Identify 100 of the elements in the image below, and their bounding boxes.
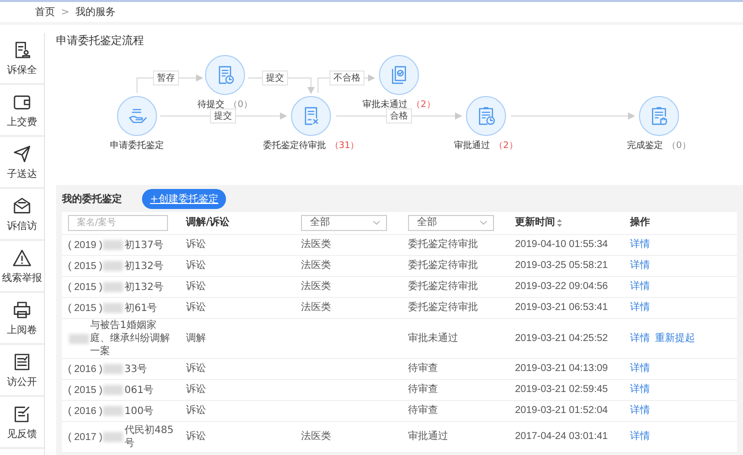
caret-icon: [373, 221, 380, 225]
table-cell: 法医类: [301, 281, 331, 292]
action-link[interactable]: 详情: [630, 302, 650, 313]
caret-icon: [480, 221, 487, 225]
case-number: 初132号: [124, 260, 164, 272]
blurred-text: [103, 432, 124, 442]
table-cell: 调解: [186, 332, 206, 344]
case-number: 初137号: [124, 238, 164, 252]
time-cell: 2019-03-21 02:59:45: [515, 384, 608, 395]
case-year: ( 2017 ): [68, 430, 102, 444]
step-count: （0）: [667, 140, 691, 152]
time-cell: 2019-03-25 05:58:21: [515, 260, 608, 271]
column-header: 调解/诉讼: [186, 217, 230, 228]
status-cell: 委托鉴定待审批: [408, 260, 478, 271]
blurred-text: [103, 406, 124, 416]
action-link[interactable]: 详情: [630, 363, 650, 374]
action-link[interactable]: 详情: [630, 281, 650, 292]
filter-dropdown[interactable]: 全部: [408, 215, 494, 231]
column-header: 操作: [630, 217, 650, 228]
table-cell: 法医类: [301, 260, 331, 271]
time-cell: 2019-03-21 01:52:04: [515, 405, 608, 416]
time-cell: 2019-04-10 01:55:34: [515, 239, 608, 250]
case-year: ( 2015 ): [68, 260, 102, 272]
table-cell: 诉讼: [186, 405, 206, 416]
search-field[interactable]: 案名/案号: [68, 215, 168, 231]
table-cell: 诉讼: [186, 431, 206, 442]
status-cell: 待审查: [408, 405, 438, 416]
table-cell: 法医类: [301, 239, 331, 250]
action-link[interactable]: 详情: [630, 384, 650, 395]
case-year: ( 2015 ): [68, 302, 102, 314]
create-button[interactable]: +创建委托鉴定: [142, 189, 226, 209]
step-label: 完成鉴定: [627, 140, 664, 152]
blurred-text: [103, 385, 124, 395]
step-label: 委托鉴定待审批: [262, 139, 326, 152]
table-cell: 诉讼: [186, 239, 206, 250]
filter-dropdown[interactable]: 全部: [301, 215, 387, 231]
action-link[interactable]: 详情: [630, 260, 650, 271]
case-number: 061号: [124, 384, 154, 396]
step-count: （0）: [228, 99, 252, 111]
action-link[interactable]: 重新提起: [655, 332, 695, 344]
blurred-text: [69, 334, 89, 344]
step-count: （2）: [412, 99, 436, 111]
sidebar-label: 访公开: [7, 376, 37, 388]
column-header[interactable]: 更新时间: [515, 217, 555, 229]
case-year: ( 2016 ): [68, 362, 102, 376]
case-number: 与被告1婚姻家庭、继承纠纷调解一案: [90, 319, 171, 358]
status-cell: 审批未通过: [408, 332, 458, 344]
table-cell: 诉讼: [186, 363, 206, 374]
case-number: 代民初485号: [124, 424, 174, 450]
status-cell: 委托鉴定待审批: [408, 239, 478, 250]
action-link[interactable]: 详情: [630, 332, 650, 344]
blurred-text: [103, 240, 124, 250]
step-label: 审批未通过: [362, 98, 408, 111]
blurred-text: [103, 364, 124, 374]
sidebar-label: 诉保全: [7, 64, 37, 76]
time-cell: 2019-03-22 09:04:56: [515, 281, 608, 292]
arrow-label: 提交: [210, 108, 236, 124]
status-cell: 待审查: [408, 363, 438, 374]
edit-document-icon: [12, 404, 32, 424]
arrow-label: 不合格: [330, 70, 364, 86]
sidebar-label: 上交费: [7, 116, 37, 128]
time-cell: 2019-03-21 04:25:52: [515, 332, 608, 344]
table-cell: 诉讼: [186, 260, 206, 271]
table-cell: 诉讼: [186, 281, 206, 292]
table-cell: 诉讼: [186, 302, 206, 313]
sidebar-label: 上阅卷: [7, 324, 37, 336]
list-title: 我的委托鉴定: [62, 192, 122, 206]
breadcrumb-separator: >: [61, 6, 70, 18]
step-label: 审批通过: [454, 140, 490, 152]
sidebar-label: 诉信访: [7, 220, 37, 232]
action-link[interactable]: 详情: [630, 239, 650, 250]
time-cell: 2017-04-24 03:01:41: [515, 431, 608, 442]
action-link[interactable]: 详情: [630, 431, 650, 442]
blurred-text: [103, 303, 124, 313]
checklist-icon: [12, 352, 32, 372]
case-number: 初61号: [124, 302, 158, 314]
arrow-label: 合格: [386, 108, 412, 124]
sidebar-label: 线索举报: [2, 272, 42, 284]
case-year: ( 2016 ): [68, 404, 102, 418]
action-link[interactable]: 详情: [630, 405, 650, 416]
sidebar-label: 见反馈: [7, 428, 37, 440]
paper-plane-icon: [12, 144, 32, 164]
step-label: 申请委托鉴定: [110, 139, 164, 152]
breadcrumb-item[interactable]: 我的服务: [75, 5, 116, 19]
flow-title: 申请委托鉴定流程: [56, 33, 145, 48]
case-number: 33号: [124, 362, 148, 376]
blurred-text: [103, 261, 124, 271]
arrow-label: 暂存: [153, 70, 179, 86]
status-cell: 委托鉴定待审批: [408, 302, 478, 313]
table-cell: 法医类: [301, 302, 331, 313]
arrow-label: 提交: [262, 70, 288, 86]
case-year: ( 2019 ): [68, 238, 102, 252]
breadcrumb-item[interactable]: 首页: [35, 5, 55, 19]
step-count: （2）: [494, 140, 518, 152]
warning-icon: [12, 248, 32, 268]
status-cell: 委托鉴定待审批: [408, 281, 478, 292]
step-label: 待提交: [198, 98, 225, 111]
case-year: ( 2015 ): [68, 384, 102, 396]
printer-icon: [12, 300, 32, 320]
sort-icon[interactable]: [557, 219, 562, 227]
